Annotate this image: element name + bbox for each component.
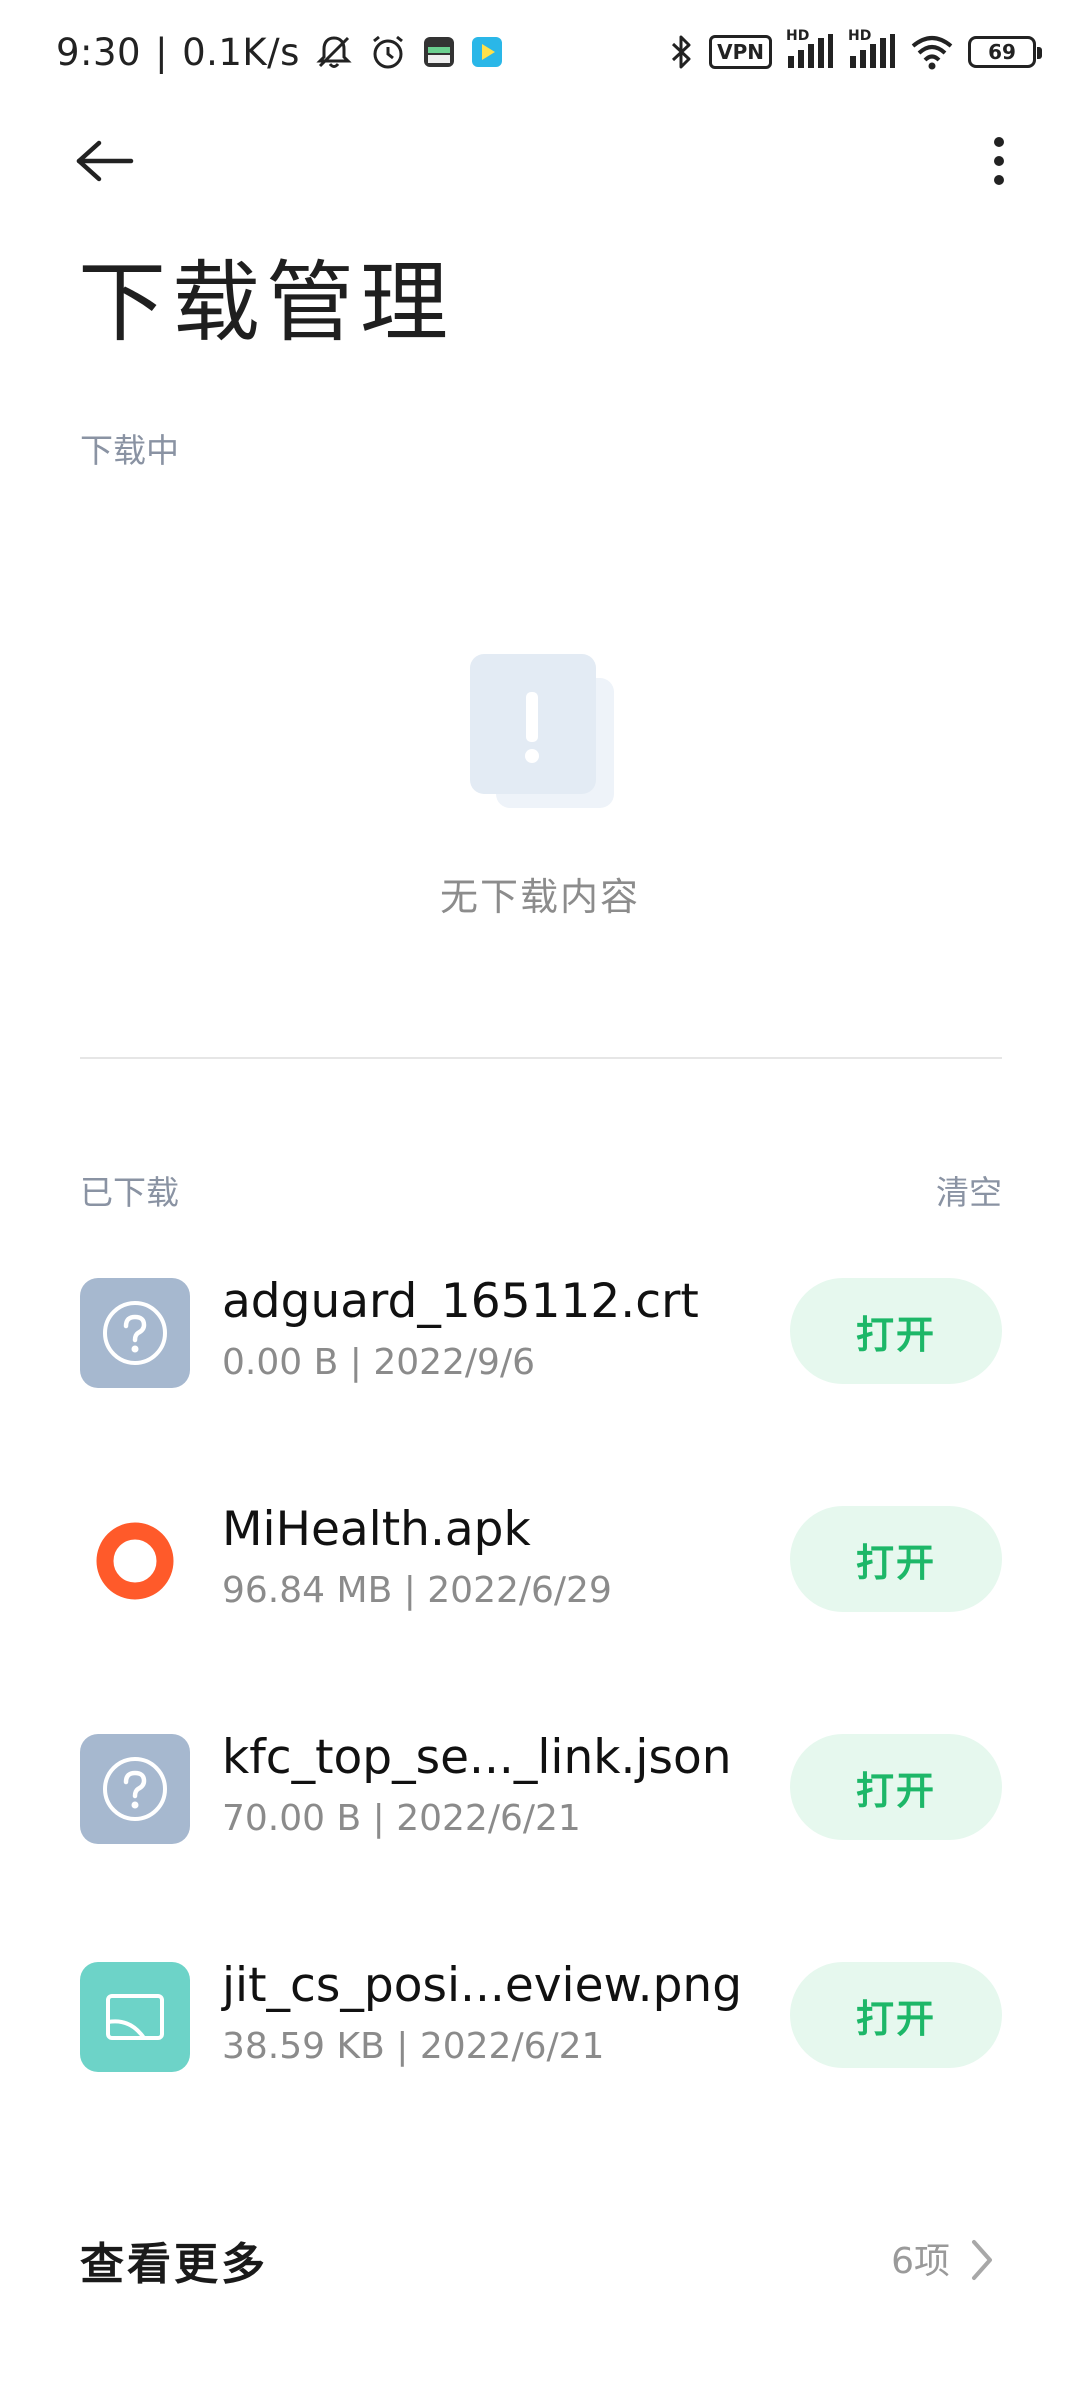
file-name: MiHealth.apk (222, 1502, 531, 1557)
see-more-count: 6项 (891, 2241, 950, 2282)
file-name: kfc_top_se..._link.json (222, 1730, 732, 1785)
file-list-item[interactable]: jit_cs_posi...eview.png 38.59 KB | 2022/… (0, 1938, 1080, 2166)
downloaded-file-list: adguard_165112.crt 0.00 B | 2022/9/6 打开 … (0, 1254, 1080, 2166)
signal-icon: HD (786, 28, 834, 72)
image-file-icon (80, 1962, 190, 2072)
more-vertical-icon (994, 137, 1004, 185)
file-list-item[interactable]: adguard_165112.crt 0.00 B | 2022/9/6 打开 (0, 1254, 1080, 1482)
chevron-right-icon (972, 2240, 992, 2280)
hd-label: HD (786, 28, 810, 44)
clear-button[interactable]: 清空 (936, 1166, 1002, 1214)
status-right: VPN HD HD 69 (669, 22, 1042, 82)
empty-state-text: 无下载内容 (439, 875, 640, 919)
file-meta: 0.00 B | 2022/9/6 (222, 1342, 535, 1383)
signal-icon: HD (848, 28, 896, 72)
see-more-row[interactable]: 查看更多 6项 (0, 2210, 1080, 2310)
play-store-icon (470, 35, 504, 69)
file-list-item[interactable]: MiHealth.apk 96.84 MB | 2022/6/29 打开 (0, 1482, 1080, 1710)
empty-state-icon (468, 652, 616, 812)
app-icon (422, 35, 456, 69)
downloading-section-label: 下载中 (80, 431, 179, 470)
mihealth-app-icon (80, 1506, 190, 1616)
status-bar: 9:30 | 0.1K/s VPN HD HD 69 (0, 0, 1080, 104)
network-speed: 0.1K/s (182, 30, 300, 74)
wifi-icon (910, 32, 954, 72)
unknown-file-icon (80, 1734, 190, 1844)
clock: 9:30 (56, 30, 142, 74)
bluetooth-icon (669, 32, 695, 72)
file-meta: 96.84 MB | 2022/6/29 (222, 1570, 612, 1611)
file-name: adguard_165112.crt (222, 1274, 699, 1329)
file-meta: 38.59 KB | 2022/6/21 (222, 2026, 605, 2067)
unknown-file-icon (80, 1278, 190, 1388)
see-more-label: 查看更多 (80, 2239, 268, 2290)
more-options-button[interactable] (984, 128, 1014, 194)
open-button[interactable]: 打开 (790, 1734, 1002, 1840)
page-title: 下载管理 (78, 251, 455, 354)
back-button[interactable] (72, 128, 138, 194)
battery-icon: 69 (968, 36, 1042, 68)
file-meta: 70.00 B | 2022/6/21 (222, 1798, 581, 1839)
open-button[interactable]: 打开 (790, 1278, 1002, 1384)
hd-label: HD (848, 28, 872, 44)
notifications-off-icon (314, 32, 354, 72)
alarm-icon (368, 32, 408, 72)
open-button[interactable]: 打开 (790, 1506, 1002, 1612)
vpn-icon: VPN (709, 35, 772, 69)
status-left: 9:30 | 0.1K/s (56, 22, 504, 82)
file-list-item[interactable]: kfc_top_se..._link.json 70.00 B | 2022/6… (0, 1710, 1080, 1938)
open-button[interactable]: 打开 (790, 1962, 1002, 2068)
file-name: jit_cs_posi...eview.png (222, 1958, 743, 2013)
section-divider (80, 1057, 1002, 1059)
status-separator: | (155, 30, 169, 74)
downloaded-section-label: 已下载 (80, 1173, 179, 1212)
arrow-left-icon (76, 140, 134, 182)
